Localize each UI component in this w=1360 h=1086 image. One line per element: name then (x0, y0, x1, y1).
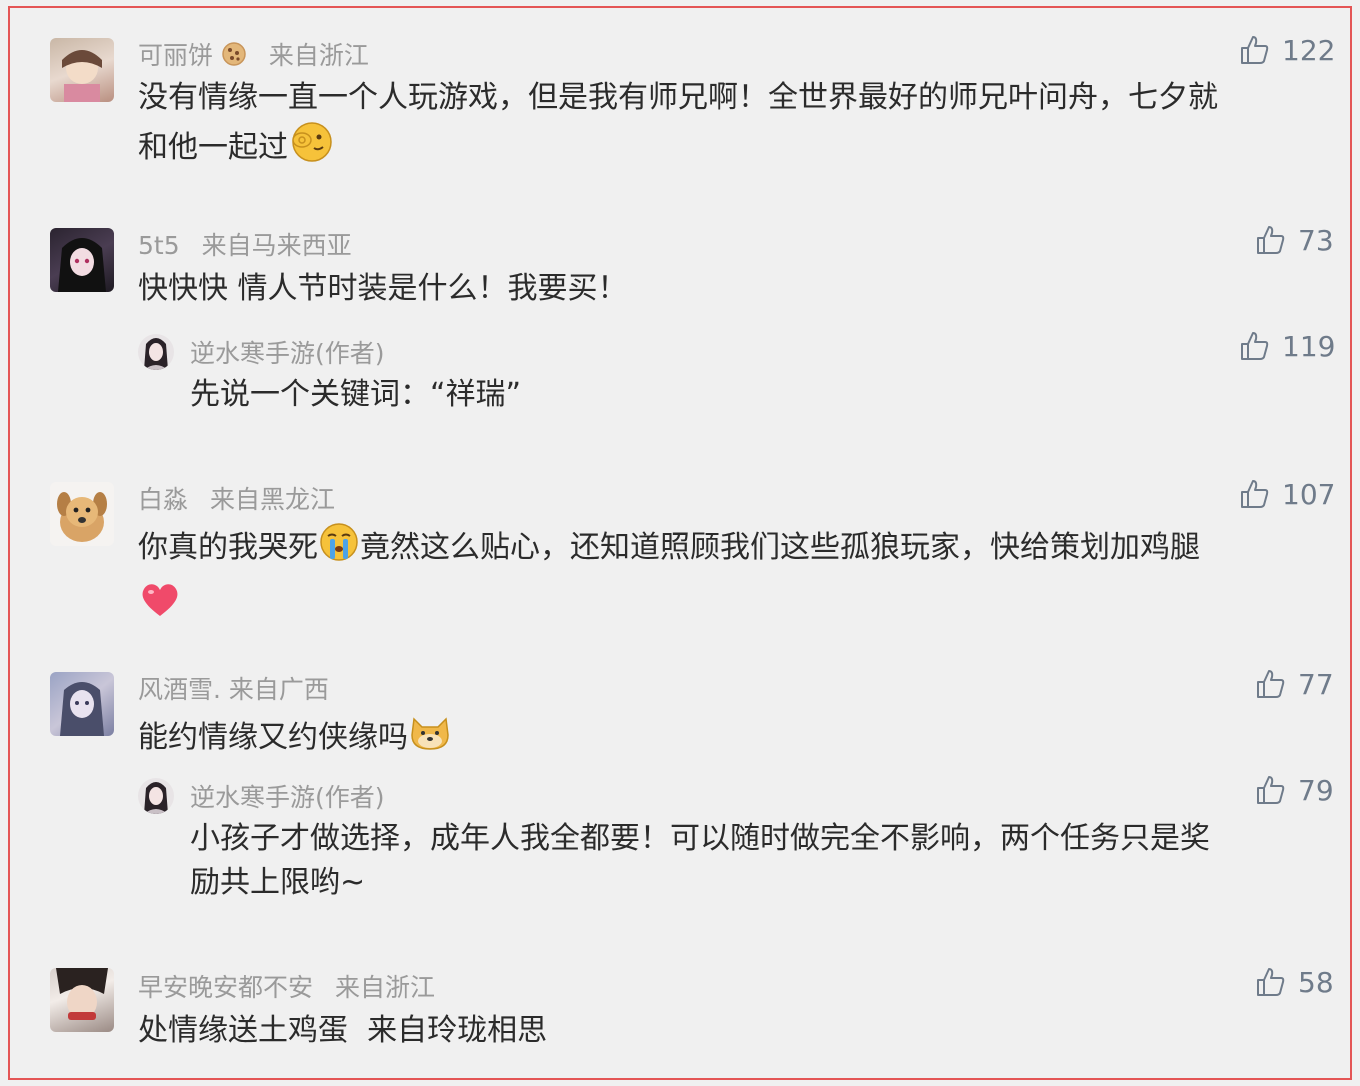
like-count: 73 (1298, 223, 1334, 257)
like-count: 79 (1298, 773, 1334, 807)
location-label: 来自黑龙江 (209, 485, 335, 514)
location-label: 来自浙江 (334, 973, 435, 1002)
comment-text: 快快快 情人节时装是什么！我要买！ (138, 271, 628, 306)
like-button[interactable]: 122 (1238, 32, 1335, 68)
avatar[interactable] (50, 38, 114, 102)
doge-emoji (408, 711, 452, 766)
thumbs-up-icon (1241, 36, 1269, 64)
thumbs-up-icon (1257, 968, 1285, 996)
reply-meta: 逆水寒手游(作者) (190, 778, 385, 814)
comment-text: 没有情缘一直一个人玩游戏，但是我有师兄啊！全世界最好的师兄叶问舟，七夕就 和他一… (138, 76, 1218, 177)
reply-meta: 逆水寒手游(作者) (190, 334, 385, 370)
cookie-icon (221, 41, 247, 73)
thumbs-up-icon (1257, 776, 1285, 804)
like-button[interactable]: 73 (1254, 222, 1334, 258)
username[interactable]: 风酒雪. (138, 675, 221, 704)
thumbs-up-icon (1241, 480, 1269, 508)
username[interactable]: 白淼 (138, 485, 188, 514)
like-button[interactable]: 58 (1254, 964, 1334, 1000)
reply-text: 小孩子才做选择，成年人我全都要！可以随时做完全不影响，两个任务只是奖 励共上限哟… (190, 821, 1210, 900)
avatar[interactable] (50, 672, 114, 736)
username[interactable]: 可丽饼 (138, 41, 213, 70)
username[interactable]: 5t5 (138, 231, 180, 260)
location-label: 来自浙江 (268, 41, 369, 70)
like-count: 107 (1282, 477, 1336, 511)
author-avatar[interactable] (138, 778, 174, 814)
location-label: 来自马来西亚 (201, 231, 352, 260)
author-name[interactable]: 逆水寒手游(作者) (190, 339, 385, 368)
ok-hand-face-emoji (288, 120, 332, 177)
comment-text: 能约情缘又约侠缘吗 (138, 711, 452, 766)
comment-text: 你真的我哭死 竟然这么贴心，还知道照顾我们这些孤狼玩家，快给策划加鸡腿 (138, 521, 1200, 633)
thumbs-up-icon (1257, 226, 1285, 254)
comment-meta: 早安晚安都不安 来自浙江 (138, 968, 435, 1004)
comment-meta: 白淼 来自黑龙江 (138, 480, 335, 516)
avatar[interactable] (50, 482, 114, 546)
username[interactable]: 早安晚安都不安 (138, 973, 313, 1002)
author-avatar[interactable] (138, 334, 174, 370)
thumbs-up-icon (1241, 332, 1269, 360)
comment-meta: 风酒雪. 来自广西 (138, 670, 329, 706)
crying-face-emoji (318, 521, 360, 576)
like-button[interactable]: 77 (1254, 666, 1334, 702)
comment-meta: 5t5 来自马来西亚 (138, 226, 352, 262)
comment-text: 处情缘送土鸡蛋 来自玲珑相思 (138, 1013, 548, 1048)
like-button[interactable]: 107 (1238, 476, 1335, 512)
avatar[interactable] (50, 968, 114, 1032)
like-count: 119 (1282, 329, 1336, 363)
like-button[interactable]: 79 (1254, 772, 1334, 808)
like-button[interactable]: 119 (1238, 328, 1335, 364)
comment-meta: 可丽饼 来自浙江 (138, 36, 369, 73)
location-label: 来自广西 (228, 675, 329, 704)
avatar[interactable] (50, 228, 114, 292)
like-count: 77 (1298, 667, 1334, 701)
author-name[interactable]: 逆水寒手游(作者) (190, 783, 385, 812)
like-count: 58 (1298, 965, 1334, 999)
reply-text: 先说一个关键词：“祥瑞” (190, 377, 522, 412)
thumbs-up-icon (1257, 670, 1285, 698)
heart-emoji (138, 578, 182, 633)
like-count: 122 (1282, 33, 1336, 67)
